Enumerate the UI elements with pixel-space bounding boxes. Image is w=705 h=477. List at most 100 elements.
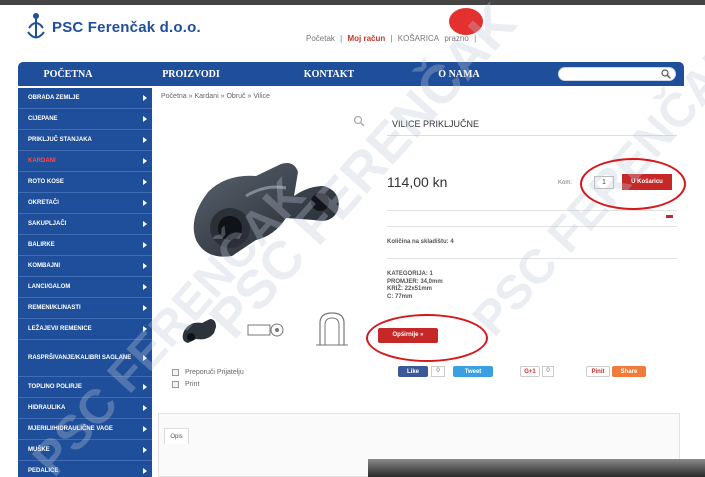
chevron-right-icon (143, 426, 147, 432)
chevron-right-icon (143, 158, 147, 164)
chevron-right-icon (143, 179, 147, 185)
top-link-separator: | (390, 34, 393, 43)
breadcrumb-separator: » (220, 93, 225, 100)
chevron-right-icon (143, 384, 147, 390)
top-strip (0, 0, 705, 5)
nav-item-contact[interactable]: KONTAKT (264, 69, 394, 80)
sidebar-item-label: BALIRKE (28, 242, 55, 248)
nav-item-about[interactable]: O NAMA (394, 69, 524, 80)
product-specs: KATEGORIJA: 1 PROMJER: 34,0mm KRIŽ: 22x5… (387, 271, 443, 301)
google-plus-label: G+1 (524, 368, 536, 375)
recommend-option[interactable]: Preporuči Prijatelju (172, 369, 244, 376)
window-shadow (368, 459, 705, 477)
thumbnail-yoke[interactable] (178, 313, 222, 347)
sidebar-item-muske[interactable]: MUŠKE (18, 440, 152, 461)
breadcrumb-item[interactable]: Početna (161, 93, 187, 100)
facebook-like-label: Like (406, 368, 419, 375)
chevron-right-icon (143, 468, 147, 474)
envelope-icon (172, 369, 179, 376)
chevron-right-icon (143, 405, 147, 411)
facebook-like-button[interactable]: Like (398, 366, 428, 377)
sidebar-item-roto-mowers[interactable]: ROTO KOSE (18, 172, 152, 193)
thumbnail-drawing[interactable] (244, 313, 288, 347)
sidebar-item-turners[interactable]: OKRETAČI (18, 193, 152, 214)
pinterest-button[interactable]: Pinit (586, 366, 610, 377)
chevron-right-icon (143, 221, 147, 227)
share-button[interactable]: Share (612, 366, 646, 377)
sidebar-item-attachments[interactable]: PRIKLJUČ STANJAKA (18, 130, 152, 151)
divider (387, 210, 677, 211)
print-option[interactable]: Print (172, 381, 199, 388)
search-icon[interactable] (661, 69, 671, 79)
sidebar-item-label: KARDANI (28, 158, 56, 164)
tab-description[interactable]: Opis (164, 428, 189, 444)
sidebar-item-heating[interactable]: TOPLINO POLIRJE (18, 377, 152, 398)
sidebar-item-collectors[interactable]: SAKUPLJAČI (18, 214, 152, 235)
sidebar-item-pedals[interactable]: PEDALICE (18, 461, 152, 477)
sidebar-item-label: TOPLINO POLIRJE (28, 384, 82, 390)
sidebar-item-bearings[interactable]: LEŽAJEVI/ REMENICE (18, 319, 152, 340)
logo-icon (24, 10, 48, 44)
sidebar-item-belts[interactable]: REMENI/KLINASTI (18, 298, 152, 319)
chevron-right-icon (143, 305, 147, 311)
top-link-cart[interactable]: KOŠARICA (398, 34, 439, 43)
like-count: 0 (431, 366, 445, 377)
chevron-right-icon (143, 447, 147, 453)
product-price: 114,00 kn (387, 174, 448, 190)
thumbnail-outline[interactable] (310, 309, 354, 349)
recommend-label: Preporuči Prijatelju (185, 369, 244, 376)
product-image[interactable] (186, 156, 344, 260)
tweet-button[interactable]: Tweet (453, 366, 493, 377)
accent-mark (666, 215, 673, 218)
top-link-cart-status: prazno (444, 34, 469, 43)
sidebar-item-label: MUŠKE (28, 447, 50, 453)
page: PSC Ferenčak d.o.o. Početak | Moj račun … (0, 0, 705, 477)
top-link-account[interactable]: Moj račun (347, 34, 385, 43)
top-link-separator: | (340, 34, 343, 43)
print-label: Print (185, 381, 200, 388)
chevron-right-icon (143, 284, 147, 290)
sidebar-item-combines[interactable]: KOMBAJNI (18, 256, 152, 277)
divider (387, 258, 677, 259)
search-input[interactable] (558, 67, 676, 81)
breadcrumb-item[interactable]: Kardani (195, 93, 219, 100)
site-logo[interactable]: PSC Ferenčak d.o.o. (24, 10, 201, 44)
sidebar-item-label: KOMBAJNI (28, 263, 61, 269)
chevron-right-icon (143, 137, 147, 143)
sidebar-item-balers[interactable]: BALIRKE (18, 235, 152, 256)
sidebar-item-label: ROTO KOSE (28, 179, 64, 185)
top-link-separator: | (474, 34, 477, 43)
sidebar-item-label: MJERILI/HIDRAULIČNE VAGE (28, 426, 113, 432)
nav-item-home[interactable]: POČETNA (18, 69, 118, 80)
breadcrumb-item-current: Vilice (253, 93, 270, 100)
chevron-right-icon (143, 326, 147, 332)
gplus-count: 0 (542, 366, 554, 377)
breadcrumb-separator: » (247, 93, 252, 100)
sidebar-item-label: REMENI/KLINASTI (28, 305, 81, 311)
sidebar-item-label: OBRADA ZEMLJE (28, 95, 80, 101)
sidebar-item-cardans[interactable]: KARDANI (18, 151, 152, 172)
sidebar-item-soil[interactable]: OBRADA ZEMLJE (18, 88, 152, 109)
sidebar-item-scales[interactable]: MJERILI/HIDRAULIČNE VAGE (18, 419, 152, 440)
sidebar-item-label: RASPRŠIVANJE/KALIBRI SAGLANE (28, 354, 132, 361)
chevron-right-icon (143, 242, 147, 248)
annotation-ellipse-read-more (366, 314, 488, 362)
nav-item-products[interactable]: PROIZVODI (118, 69, 264, 80)
chevron-right-icon (143, 200, 147, 206)
main-navigation: POČETNA PROIZVODI KONTAKT O NAMA (18, 62, 684, 86)
spec-line: KRIŽ: 22x51mm (387, 286, 433, 292)
quantity-label: Kom: (558, 180, 573, 186)
chevron-right-icon (143, 355, 147, 361)
top-link-home[interactable]: Početak (306, 34, 335, 43)
product-title: VILICE PRIKLJUČNE (387, 112, 677, 136)
sidebar-item-chains[interactable]: LANCI/GALOM (18, 277, 152, 298)
breadcrumb-separator: » (188, 93, 193, 100)
google-plus-button[interactable]: G+1 (520, 366, 540, 377)
category-sidebar: OBRADA ZEMLJE CIJEPANE PRIKLJUČ STANJAKA… (18, 88, 152, 477)
zoom-icon[interactable] (353, 115, 365, 127)
sidebar-item-hydraulics[interactable]: HIDRAULIKA (18, 398, 152, 419)
sidebar-item-label: CIJEPANE (28, 116, 58, 122)
breadcrumb-item[interactable]: Obruč (226, 93, 245, 100)
sidebar-item-splitting[interactable]: CIJEPANE (18, 109, 152, 130)
sidebar-item-sprayers[interactable]: RASPRŠIVANJE/KALIBRI SAGLANE (18, 340, 152, 377)
